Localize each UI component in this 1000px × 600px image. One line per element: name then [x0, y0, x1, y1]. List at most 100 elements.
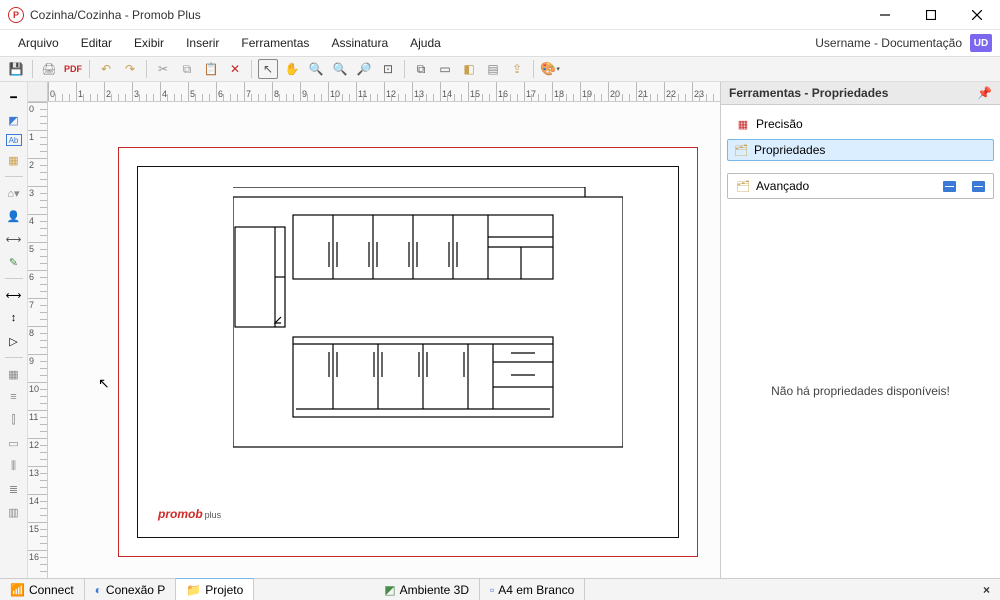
- document-page[interactable]: promobplus: [118, 147, 698, 557]
- menu-ferramentas[interactable]: Ferramentas: [231, 33, 319, 53]
- crop-tool-1[interactable]: ⧉: [411, 59, 431, 79]
- zoom-in-button[interactable]: 🔍: [330, 59, 350, 79]
- layers-icon: ▤: [487, 62, 498, 76]
- menu-assinatura[interactable]: Assinatura: [321, 33, 398, 53]
- cut-icon: ✂: [158, 62, 168, 76]
- view-grid-icon[interactable]: [972, 181, 985, 192]
- tool-dim-v[interactable]: ↕: [5, 309, 23, 327]
- save-button[interactable]: 💾: [6, 59, 26, 79]
- tab-conexao[interactable]: ◐ Conexão P: [85, 579, 177, 600]
- tool-home[interactable]: ⌂▾: [5, 184, 23, 202]
- menu-exibir[interactable]: Exibir: [124, 33, 174, 53]
- tool-stack[interactable]: ▥: [5, 503, 23, 521]
- tool-pencil[interactable]: ✎: [5, 253, 23, 271]
- tool-align-v[interactable]: ⫿: [5, 411, 23, 429]
- pdf-icon: PDF: [64, 64, 82, 74]
- horizontal-ruler[interactable]: 01234567891011121314151617181920212223: [48, 82, 720, 102]
- ruler-corner: [28, 82, 48, 102]
- user-badge[interactable]: UD: [970, 34, 992, 52]
- crop-tool-2[interactable]: ▭: [435, 59, 455, 79]
- cut-button[interactable]: ✂: [153, 59, 173, 79]
- view-3d-button[interactable]: ◧: [459, 59, 479, 79]
- undo-icon: ↶: [101, 62, 111, 76]
- kitchen-drawing: [233, 187, 623, 452]
- tool-person[interactable]: 👤: [5, 207, 23, 225]
- pin-icon[interactable]: 📌: [977, 86, 992, 100]
- tool-shape[interactable]: ◩: [5, 111, 23, 129]
- paste-icon: 📋: [204, 62, 219, 76]
- properties-panel-title[interactable]: Ferramentas - Propriedades 📌: [721, 82, 1000, 105]
- tab-label: Connect: [29, 583, 74, 597]
- delete-button[interactable]: ✕: [225, 59, 245, 79]
- select-tool[interactable]: ↖: [258, 59, 278, 79]
- tool-dim-h[interactable]: ⟷: [5, 286, 23, 304]
- section-advanced[interactable]: 🗂 Avançado: [727, 173, 994, 199]
- app-icon: P: [8, 7, 24, 23]
- menu-editar[interactable]: Editar: [71, 33, 122, 53]
- zoom-out-button[interactable]: 🔎: [354, 59, 374, 79]
- brand-sub: plus: [205, 510, 222, 520]
- tool-group[interactable]: ▭: [5, 434, 23, 452]
- print-button[interactable]: 🖨: [39, 59, 59, 79]
- tab-label: Conexão P: [106, 583, 165, 597]
- paste-button[interactable]: 📋: [201, 59, 221, 79]
- cube-icon: ◧: [463, 62, 474, 76]
- view-list-icon[interactable]: [943, 181, 956, 192]
- tab-close-button[interactable]: ×: [973, 583, 1000, 597]
- tab-ambiente3d[interactable]: ◩ Ambiente 3D: [374, 579, 480, 600]
- advanced-label: Avançado: [756, 179, 809, 193]
- pointer-icon: ↖: [263, 62, 273, 76]
- menu-ajuda[interactable]: Ajuda: [400, 33, 451, 53]
- tool-distribute-v[interactable]: ≣: [5, 480, 23, 498]
- precision-label: Precisão: [756, 117, 803, 131]
- section-precision[interactable]: ▦ Precisão: [727, 111, 994, 137]
- tab-a4[interactable]: ▫ A4 em Branco: [480, 579, 585, 600]
- crop-icon: ⧉: [417, 62, 426, 77]
- export-icon: ⇪: [512, 62, 522, 76]
- redo-button[interactable]: ↷: [120, 59, 140, 79]
- tool-measure[interactable]: ⟷: [5, 230, 23, 248]
- copy-button[interactable]: ⧉: [177, 59, 197, 79]
- tool-image[interactable]: ▦: [5, 151, 23, 169]
- zoom-out-icon: 🔎: [357, 62, 372, 76]
- export-button[interactable]: ⇪: [507, 59, 527, 79]
- brand-main: promob: [158, 507, 203, 521]
- zoom-fit-button[interactable]: ⊡: [378, 59, 398, 79]
- color-picker-button[interactable]: 🎨▾: [540, 59, 560, 79]
- tool-distribute-h[interactable]: ⫼: [5, 457, 23, 475]
- window-maximize-button[interactable]: [908, 0, 954, 30]
- page-icon: ▫: [490, 583, 494, 597]
- page-border: promobplus: [137, 166, 679, 538]
- separator: [5, 176, 23, 177]
- zoom-window-button[interactable]: 🔍: [306, 59, 326, 79]
- tab-connect[interactable]: 📶 Connect: [0, 579, 85, 600]
- tab-projeto[interactable]: 📁 Projeto: [176, 578, 254, 600]
- tool-text[interactable]: Ab: [6, 134, 22, 146]
- tool-align-h[interactable]: ≡: [5, 388, 23, 406]
- tool-grid[interactable]: ▦: [5, 365, 23, 383]
- window-close-button[interactable]: [954, 0, 1000, 30]
- tab-label: A4 em Branco: [498, 583, 574, 597]
- menu-inserir[interactable]: Inserir: [176, 33, 229, 53]
- canvas-viewport[interactable]: ↖: [48, 102, 720, 578]
- menu-arquivo[interactable]: Arquivo: [8, 33, 69, 53]
- precision-icon: ▦: [736, 117, 750, 131]
- properties-label: Propriedades: [754, 143, 825, 157]
- canvas-area: 01234567891011121314151617181920212223 0…: [28, 82, 720, 578]
- undo-button[interactable]: ↶: [96, 59, 116, 79]
- copy-icon: ⧉: [183, 62, 192, 77]
- section-properties[interactable]: 🗂 Propriedades: [727, 139, 994, 161]
- globe-icon: ◐: [95, 583, 102, 597]
- pan-tool[interactable]: ✋: [282, 59, 302, 79]
- palette-icon: 🎨: [540, 61, 556, 77]
- layers-button[interactable]: ▤: [483, 59, 503, 79]
- window-minimize-button[interactable]: [862, 0, 908, 30]
- left-toolbox: ━ ◩ Ab ▦ ⌂▾ 👤 ⟷ ✎ ⟷ ↕ ▷ ▦ ≡ ⫿ ▭ ⫼ ≣ ▥: [0, 82, 28, 578]
- tool-line[interactable]: ━: [5, 88, 23, 106]
- pdf-button[interactable]: PDF: [63, 59, 83, 79]
- tool-angle[interactable]: ▷: [5, 332, 23, 350]
- vertical-ruler[interactable]: 01234567891011121314151617181920: [28, 102, 48, 578]
- redo-icon: ↷: [125, 62, 135, 76]
- properties-panel: Ferramentas - Propriedades 📌 ▦ Precisão …: [720, 82, 1000, 578]
- hand-icon: ✋: [285, 62, 300, 76]
